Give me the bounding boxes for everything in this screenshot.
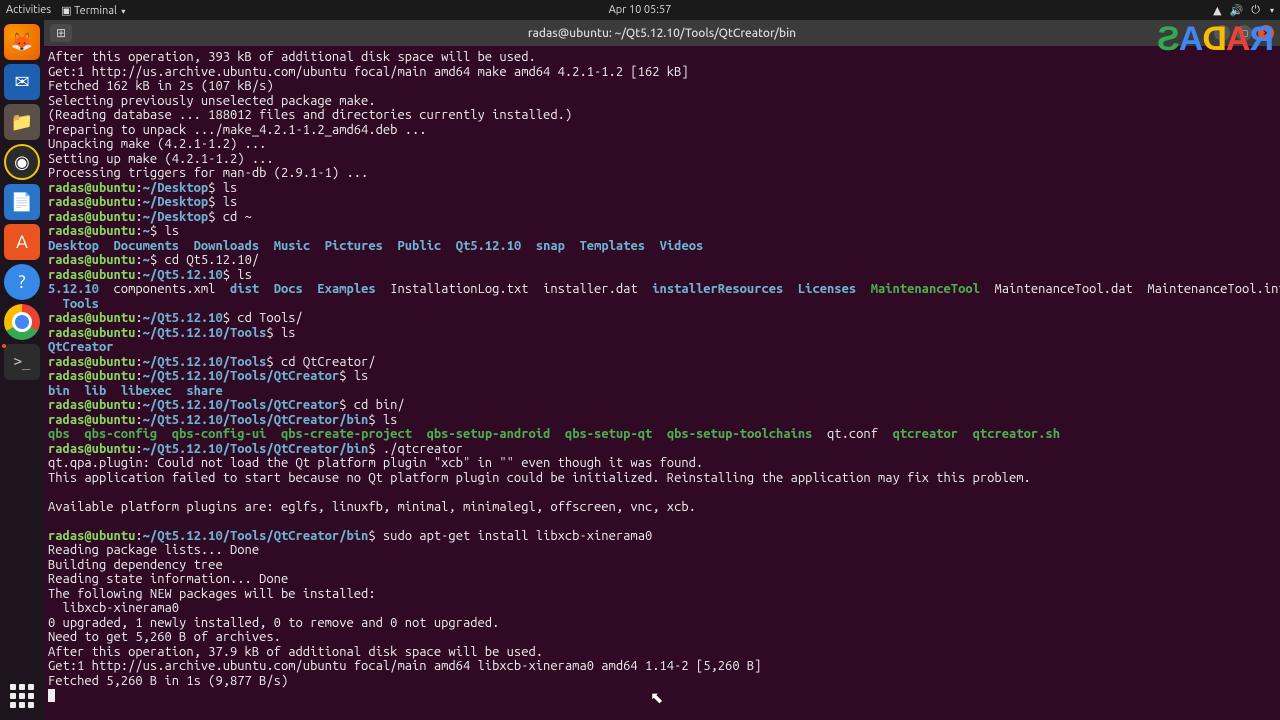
dock-ubuntu-software[interactable]: A: [4, 224, 40, 260]
terminal-menu-icon: ▣: [61, 5, 71, 17]
window-minimize-button[interactable]: –: [1214, 25, 1230, 41]
dock-terminal[interactable]: >_: [4, 344, 40, 380]
dock-show-applications[interactable]: [4, 678, 40, 714]
dock-help[interactable]: ?: [4, 264, 40, 300]
activities-button[interactable]: Activities: [6, 4, 51, 17]
chevron-down-icon: ▾: [121, 7, 125, 16]
window-titlebar: ⊞ radas@ubuntu: ~/Qt5.12.10/Tools/QtCrea…: [44, 20, 1280, 46]
volume-icon[interactable]: 🔊: [1230, 4, 1244, 17]
dock: 🦊 ✉ 📁 ◉ 📄 A ? >_: [0, 20, 44, 720]
terminal-window: ⊞ radas@ubuntu: ~/Qt5.12.10/Tools/QtCrea…: [44, 20, 1280, 720]
system-menu-chevron-icon[interactable]: ▾: [1270, 6, 1274, 15]
app-menu[interactable]: ▣ Terminal ▾: [61, 4, 125, 17]
gnome-topbar: Activities ▣ Terminal ▾ Apr 10 05:57 ▲ 🔊…: [0, 0, 1280, 20]
window-title: radas@ubuntu: ~/Qt5.12.10/Tools/QtCreato…: [528, 27, 796, 40]
dock-firefox[interactable]: 🦊: [4, 24, 40, 60]
dock-files[interactable]: 📁: [4, 104, 40, 140]
dock-libreoffice-writer[interactable]: 📄: [4, 184, 40, 220]
window-maximize-button[interactable]: ▢: [1236, 25, 1252, 41]
terminal-output[interactable]: After this operation, 393 kB of addition…: [44, 46, 1280, 720]
window-close-button[interactable]: ✕: [1258, 25, 1274, 41]
dock-rhythmbox[interactable]: ◉: [4, 144, 40, 180]
dock-chrome[interactable]: [4, 304, 40, 340]
dock-running-indicator: [2, 344, 6, 348]
dock-thunderbird[interactable]: ✉: [4, 64, 40, 100]
app-menu-label: Terminal: [74, 5, 117, 17]
network-icon[interactable]: ▲: [1213, 4, 1221, 17]
new-tab-button[interactable]: ⊞: [50, 24, 72, 42]
power-icon[interactable]: ⏻: [1251, 4, 1260, 17]
clock[interactable]: Apr 10 05:57: [609, 4, 672, 16]
